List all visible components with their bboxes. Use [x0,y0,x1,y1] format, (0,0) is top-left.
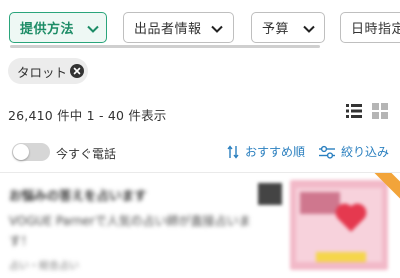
result-count: 26,410 件中 1 - 40 件表示 [8,108,167,123]
sort-label: おすすめ順 [245,145,306,159]
refine-filter-link[interactable]: 絞り込み [319,143,389,160]
thumbnail-caption [300,192,340,214]
close-icon[interactable] [70,64,84,78]
sliders-icon [319,145,335,159]
sort-recommended-link[interactable]: おすすめ順 [227,143,305,160]
corner-ribbon [364,173,400,209]
call-now-label: 今すぐ電話 [56,147,117,161]
toggle-knob [13,144,29,160]
filter-chip-label: 出品者情報 [134,22,202,37]
filter-chip-delivery-method[interactable]: 提供方法 [9,12,107,43]
chevron-down-icon [211,25,223,33]
chevron-down-icon [303,25,315,33]
card-badge-icon [258,183,282,205]
chevron-down-icon [87,25,99,33]
call-now-toggle[interactable] [12,143,50,161]
filter-chip-label: 提供方法 [20,22,75,37]
filter-chip-budget[interactable]: 予算 [251,12,325,43]
horizontal-scroll-indicator[interactable] [10,45,320,48]
active-filter-label: タロット [17,64,68,80]
filter-chip-datetime[interactable]: 日時指定 [340,12,400,43]
filter-chip-label: 日時指定 [351,22,400,37]
active-filter-tag-tarot[interactable]: タロット [8,58,88,84]
refine-label: 絞り込み [341,145,390,159]
filter-chip-row: 提供方法 出品者情報 予算 日時指定 [0,0,400,48]
sort-icon [227,144,239,159]
filter-chip-label: 予算 [262,22,290,37]
result-card[interactable]: お悩みの答えを占います VOGUE Parnerで人気の占い師が直接占います！ … [0,173,400,278]
grid-view-icon[interactable] [372,103,388,119]
list-view-icon[interactable] [346,103,362,119]
filter-chip-seller-info[interactable]: 出品者情報 [123,12,234,43]
ribbon-bar [373,173,400,207]
card-meta: 占い・総合占い [9,261,79,272]
card-description: VOGUE Parnerで人気の占い師が直接占います！ [9,214,251,248]
thumbnail-band [316,252,366,262]
card-title[interactable]: お悩みの答えを占います [9,185,249,204]
